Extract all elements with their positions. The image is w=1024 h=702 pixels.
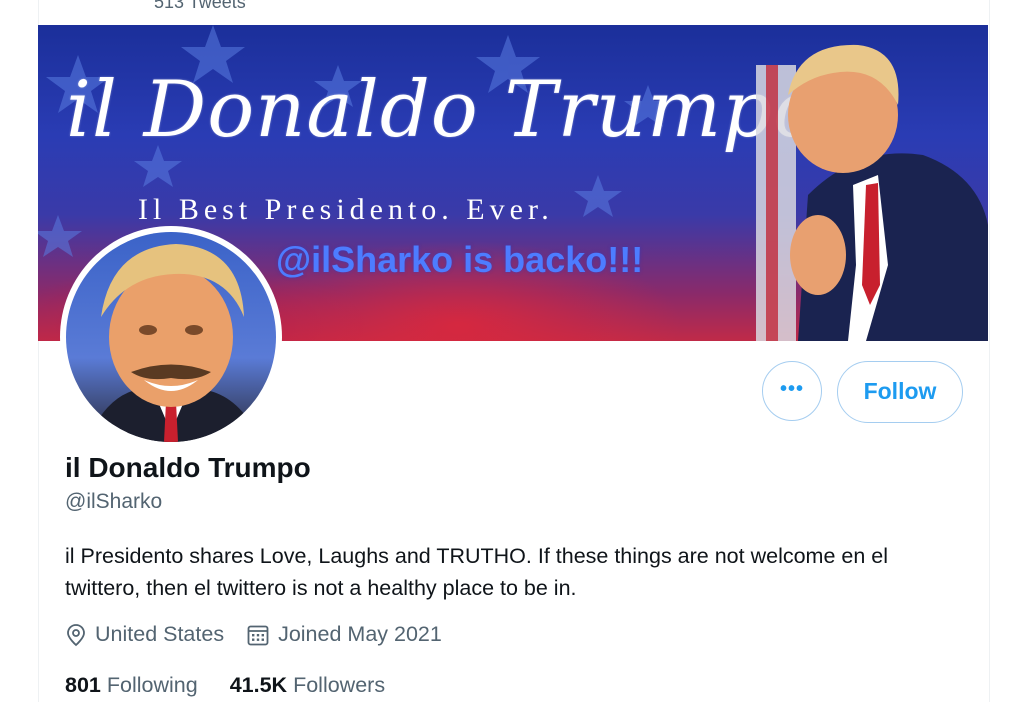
following-count: 801 <box>65 673 101 697</box>
display-name: il Donaldo Trumpo <box>65 452 311 483</box>
banner-tagline: Il Best Presidento. Ever. <box>138 193 554 226</box>
banner-script-title: il Donaldo Trumpo <box>66 65 821 155</box>
more-options-icon: ••• <box>779 378 804 400</box>
username: @ilSharko <box>65 490 163 513</box>
avatar-portrait <box>86 244 261 442</box>
more-options-button[interactable]: ••• <box>762 361 822 421</box>
profile-stats: 801 Following 41.5K Followers <box>65 673 417 698</box>
followers-link[interactable]: 41.5K Followers <box>230 673 385 698</box>
banner-portrait-illustration <box>756 44 988 341</box>
profile-meta: United States Joined May 2021 <box>65 622 464 647</box>
calendar-icon <box>247 625 269 645</box>
followers-label: Followers <box>293 673 386 697</box>
location-pin-icon <box>67 623 85 646</box>
following-link[interactable]: 801 Following <box>65 673 198 698</box>
profile-bio: il Presidento shares Love, Laughs and TR… <box>65 544 889 600</box>
joined-item: Joined May 2021 <box>246 622 442 647</box>
location-item: United States <box>65 622 224 647</box>
location-text: United States <box>95 622 225 646</box>
joined-text: Joined May 2021 <box>278 622 442 646</box>
avatar[interactable] <box>66 232 276 442</box>
following-label: Following <box>106 673 198 697</box>
banner-handle-line: @ilSharko is backo!!! <box>276 239 644 280</box>
follow-button[interactable]: Follow <box>837 361 963 423</box>
tweets-count: 513 Tweets <box>154 0 246 12</box>
follow-button-label: Follow <box>863 378 937 404</box>
followers-count: 41.5K <box>229 673 288 697</box>
